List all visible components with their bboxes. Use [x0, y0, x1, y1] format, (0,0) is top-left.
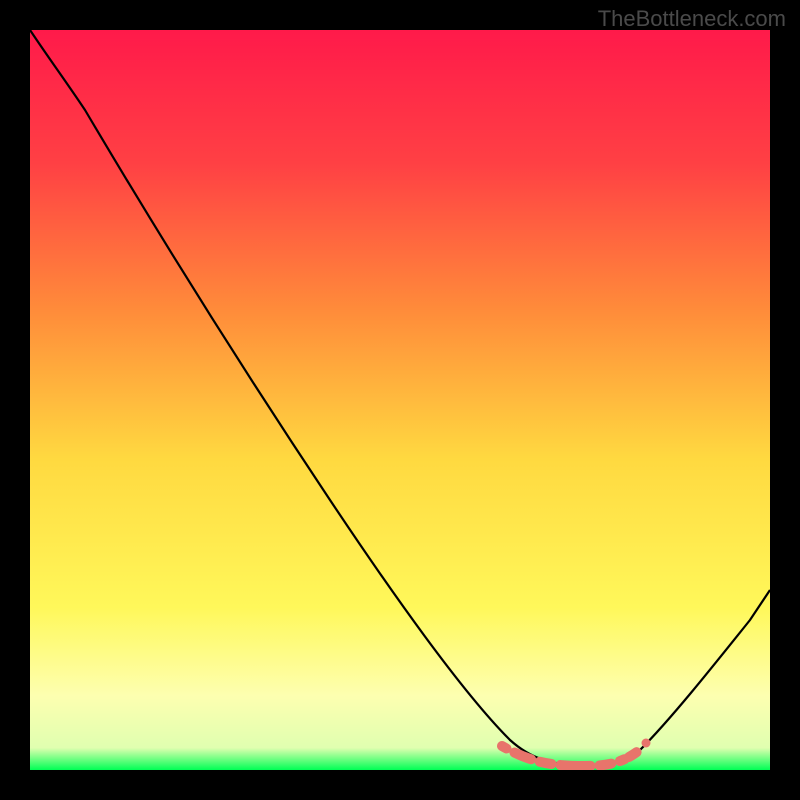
- highlight-end-dot: [642, 739, 651, 748]
- gradient-background: [30, 30, 770, 770]
- chart-area: [30, 30, 770, 770]
- watermark-text: TheBottleneck.com: [598, 6, 786, 32]
- chart-svg: [30, 30, 770, 770]
